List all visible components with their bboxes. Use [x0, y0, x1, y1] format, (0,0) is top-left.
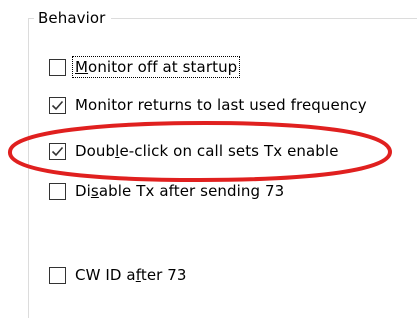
- monitor-off-at-startup-checkbox[interactable]: Monitor off at startup: [49, 55, 241, 79]
- checkbox-box[interactable]: [49, 266, 66, 284]
- monitor-returns-to-last-used-frequency-checkbox[interactable]: Monitor returns to last used frequency: [49, 93, 367, 117]
- checkbox-label: CW ID after 73: [75, 266, 187, 284]
- checkbox-label: Double-click on call sets Tx enable: [75, 142, 339, 160]
- checkmark-icon: [51, 146, 64, 156]
- checkmark-icon: [51, 100, 64, 110]
- checkbox-label: Disable Tx after sending 73: [75, 182, 285, 200]
- checkbox-box[interactable]: [49, 96, 66, 114]
- cw-id-after-73-checkbox[interactable]: CW ID after 73: [49, 263, 187, 287]
- behavior-group-title: Behavior: [34, 8, 112, 28]
- checkbox-box[interactable]: [49, 142, 66, 160]
- checkbox-label: Monitor off at startup: [71, 56, 241, 78]
- disable-tx-after-sending-73-checkbox[interactable]: Disable Tx after sending 73: [49, 179, 284, 203]
- checkbox-label: Monitor returns to last used frequency: [75, 96, 367, 114]
- checkbox-box[interactable]: [49, 58, 66, 76]
- double-click-on-call-sets-tx-enable-checkbox[interactable]: Double-click on call sets Tx enable: [49, 139, 339, 163]
- checkbox-box[interactable]: [49, 182, 66, 200]
